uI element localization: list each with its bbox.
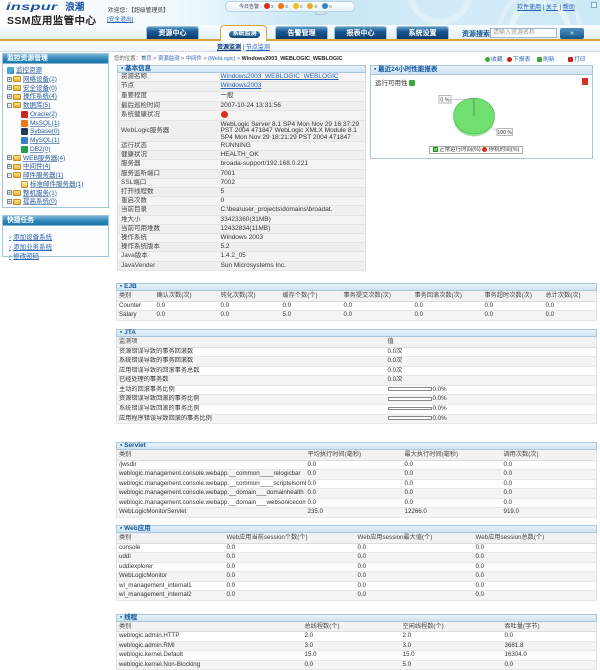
svg-text:100 %: 100 % (497, 130, 512, 136)
svg-text:0 %: 0 % (440, 97, 449, 103)
